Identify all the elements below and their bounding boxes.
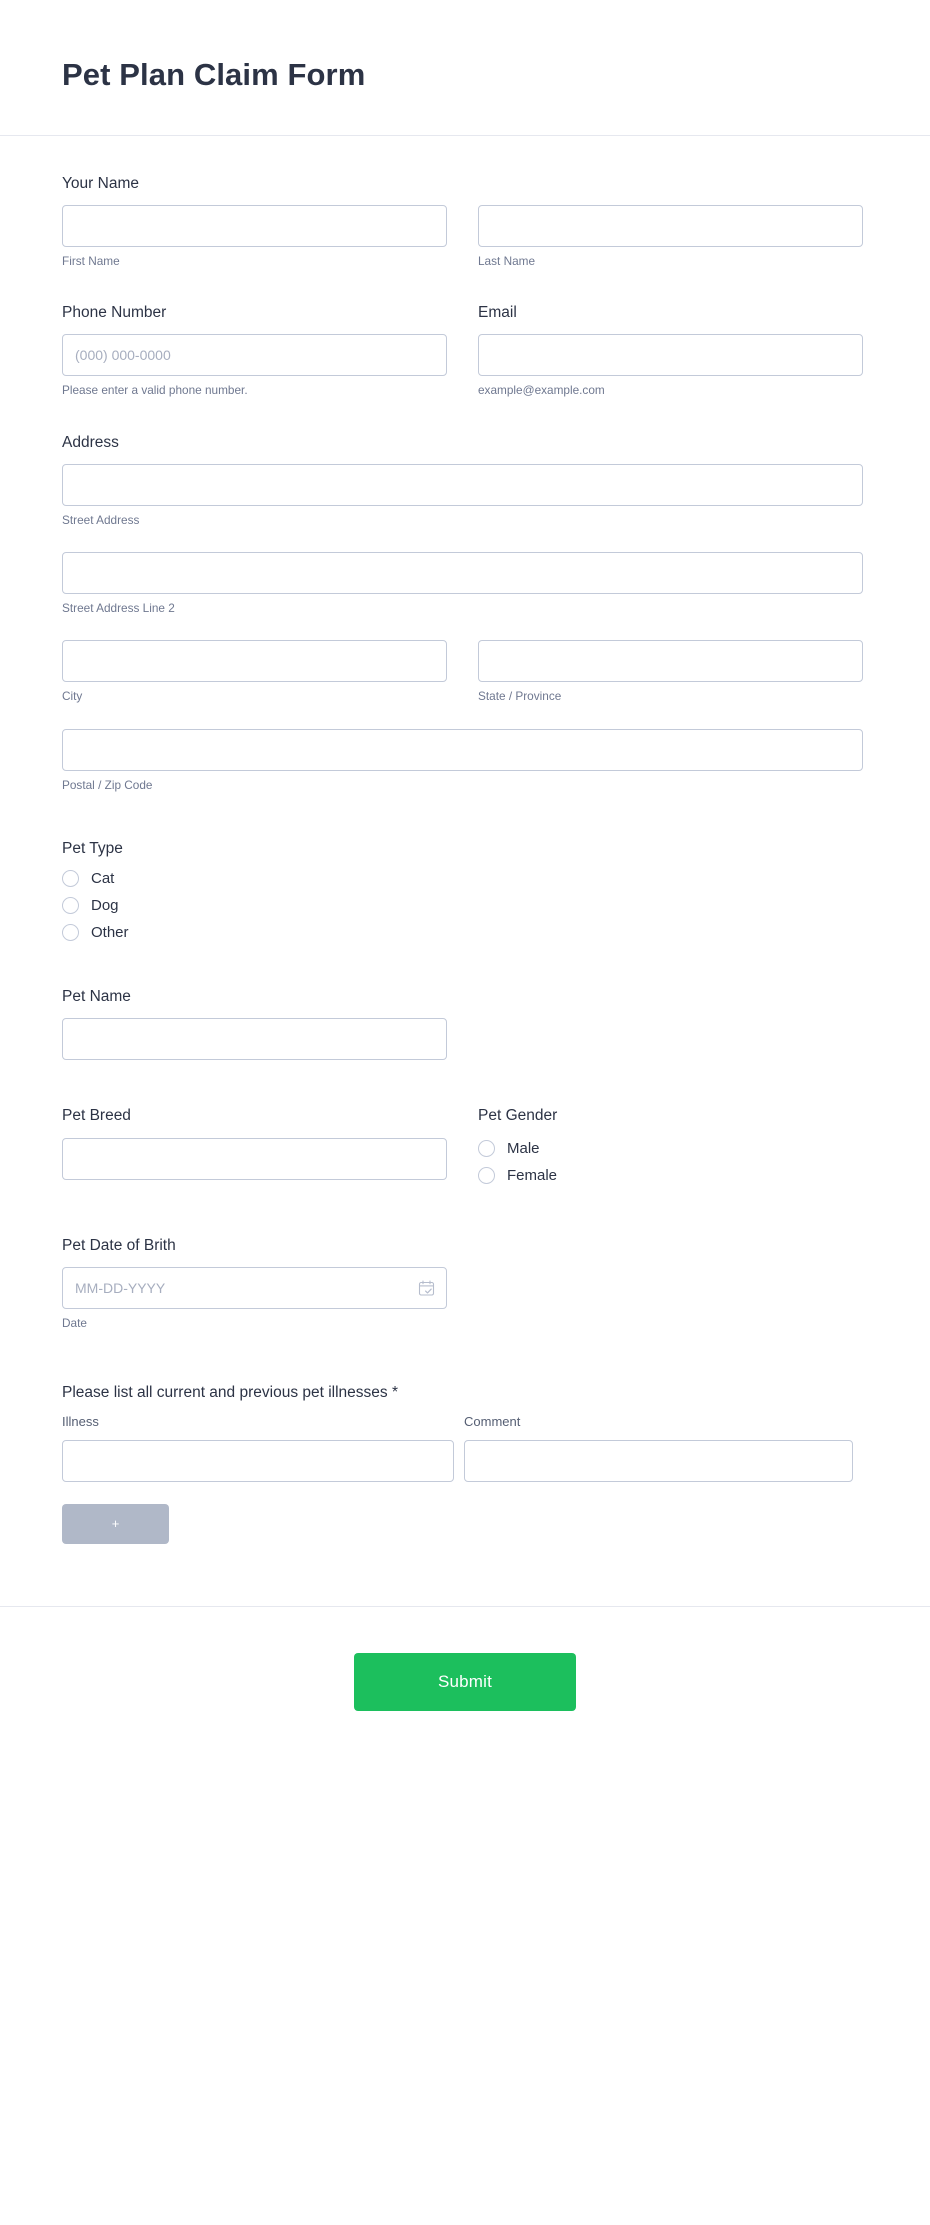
pet-gender-option-female[interactable]: Female (478, 1166, 863, 1184)
address-label: Address (62, 433, 119, 451)
postal-block: Postal / Zip Code (62, 728, 868, 793)
pet-breed-column (62, 1137, 447, 1184)
pet-gender-option-label: Female (507, 1166, 558, 1184)
required-marker: * (391, 1384, 399, 1402)
form-header: Pet Plan Claim Form (0, 0, 930, 136)
state-province-input[interactable] (478, 640, 863, 683)
city-state-row: City State / Province (62, 640, 868, 704)
field-breed-gender: Pet Breed Pet Gender Male Female (62, 1106, 868, 1184)
page-title: Pet Plan Claim Form (62, 57, 366, 92)
your-name-label: Your Name (62, 174, 139, 192)
radio-icon[interactable] (62, 870, 79, 888)
pet-dob-input[interactable] (62, 1266, 447, 1309)
street-address-2-input[interactable] (62, 552, 863, 595)
field-pet-name: Pet Name (62, 987, 868, 1061)
table-row (62, 1440, 868, 1483)
illness-input-cell (62, 1440, 454, 1483)
pet-gender-label-column: Pet Gender (478, 1106, 863, 1137)
state-province-sublabel: State / Province (478, 689, 562, 704)
form-body: Your Name First Name Last Name Phone Num… (0, 136, 930, 1606)
form-footer: Submit (0, 1606, 930, 1771)
postal-zip-input[interactable] (62, 728, 863, 771)
street-address-block: Street Address (62, 463, 868, 528)
submit-button[interactable]: Submit (354, 1653, 576, 1712)
field-pet-type: Pet Type Cat Dog Other (62, 839, 868, 942)
pet-breed-input[interactable] (62, 1137, 447, 1180)
state-column: State / Province (478, 640, 863, 704)
phone-label-column: Phone Number (62, 303, 447, 334)
phone-sublabel: Please enter a valid phone number. (62, 383, 248, 398)
last-name-sublabel: Last Name (478, 253, 536, 268)
phone-email-input-row: Please enter a valid phone number. examp… (62, 334, 868, 398)
postal-zip-sublabel: Postal / Zip Code (62, 777, 153, 792)
field-your-name: Your Name First Name Last Name (62, 174, 868, 269)
pet-type-option-label: Dog (91, 897, 119, 915)
field-address: Address Street Address Street Address Li… (62, 433, 868, 793)
radio-icon[interactable] (62, 924, 79, 942)
pet-type-option-other[interactable]: Other (62, 924, 868, 942)
phone-label: Phone Number (62, 304, 167, 322)
radio-icon[interactable] (62, 897, 79, 915)
pet-dob-label: Pet Date of Brith (62, 1236, 176, 1254)
pet-gender-option-male[interactable]: Male (478, 1139, 863, 1157)
email-label-column: Email (478, 303, 863, 334)
comment-input[interactable] (464, 1440, 853, 1483)
pet-gender-label: Pet Gender (478, 1107, 558, 1125)
pet-name-label: Pet Name (62, 988, 131, 1006)
add-illness-row-button[interactable]: + (62, 1504, 169, 1545)
street-address-2-sublabel: Street Address Line 2 (62, 601, 175, 616)
first-name-sublabel: First Name (62, 253, 120, 268)
email-input[interactable] (478, 334, 863, 377)
your-name-row: First Name Last Name (62, 204, 868, 269)
pet-name-input[interactable] (62, 1018, 447, 1061)
pet-type-option-label: Cat (91, 870, 115, 888)
pet-type-option-cat[interactable]: Cat (62, 870, 868, 888)
illnesses-label-text: Please list all current and previous pet… (62, 1384, 388, 1402)
phone-column: Please enter a valid phone number. (62, 334, 447, 398)
pet-type-option-dog[interactable]: Dog (62, 897, 868, 915)
illness-column-header: Illness (62, 1414, 99, 1430)
phone-email-label-row: Phone Number Email (62, 303, 868, 334)
pet-dob-input-wrapper (62, 1266, 447, 1309)
email-column: example@example.com (478, 334, 863, 398)
street-address-sublabel: Street Address (62, 512, 140, 527)
illness-input[interactable] (62, 1440, 454, 1483)
breed-gender-label-row: Pet Breed Pet Gender (62, 1106, 868, 1137)
email-label: Email (478, 304, 517, 322)
street-address-input[interactable] (62, 463, 863, 506)
phone-input[interactable] (62, 334, 447, 377)
first-name-column: First Name (62, 204, 447, 269)
radio-icon[interactable] (478, 1139, 495, 1157)
city-sublabel: City (62, 689, 83, 704)
field-phone-email: Phone Number Email Please enter a valid … (62, 303, 868, 398)
comment-input-cell (464, 1440, 853, 1483)
field-illnesses: Please list all current and previous pet… (62, 1383, 868, 1545)
illnesses-label: Please list all current and previous pet… (62, 1383, 868, 1403)
city-input[interactable] (62, 640, 447, 683)
comment-column-header: Comment (464, 1414, 521, 1430)
street-address-2-block: Street Address Line 2 (62, 552, 868, 616)
breed-gender-input-row: Male Female (62, 1137, 868, 1184)
comment-header-cell: Comment (464, 1414, 853, 1440)
email-sublabel: example@example.com (478, 383, 605, 398)
pet-plan-claim-form: Pet Plan Claim Form Your Name First Name… (0, 0, 930, 2225)
pet-breed-label-column: Pet Breed (62, 1106, 447, 1137)
last-name-column: Last Name (478, 204, 863, 269)
radio-icon[interactable] (478, 1166, 495, 1184)
pet-type-option-label: Other (91, 924, 129, 942)
illness-header-cell: Illness (62, 1414, 454, 1440)
first-name-input[interactable] (62, 204, 447, 247)
pet-type-label: Pet Type (62, 840, 123, 858)
pet-gender-option-label: Male (507, 1139, 540, 1157)
field-pet-dob: Pet Date of Brith Date (62, 1236, 868, 1331)
city-column: City (62, 640, 447, 704)
pet-breed-label: Pet Breed (62, 1107, 131, 1125)
illnesses-header-row: Illness Comment (62, 1414, 868, 1440)
pet-gender-column: Male Female (478, 1138, 863, 1184)
last-name-input[interactable] (478, 204, 863, 247)
pet-dob-sublabel: Date (62, 1315, 87, 1330)
